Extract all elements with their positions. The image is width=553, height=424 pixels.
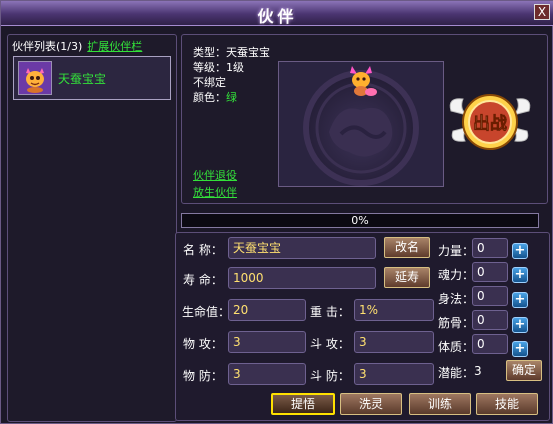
dou-attack-field: 3 [354,331,434,353]
dou-attack-label: 斗 攻： [310,337,350,351]
close-button[interactable]: X [534,4,550,20]
release-partner-link[interactable]: 放生伙伴 [193,184,237,201]
progress-bar: 0% [181,213,539,228]
stat-value-agility: 0 [472,286,508,306]
crit-label: 重 击： [310,305,350,319]
expand-partner-slot-link[interactable]: 扩展伙伴栏 [87,40,142,53]
potential-label: 潜能： [438,366,475,380]
life-label: 寿 命： [183,273,223,287]
stat-label-bone: 筋骨： [438,316,475,330]
stat-label-soul: 魂力： [438,268,475,282]
physical-defense-field: 3 [228,363,306,385]
partner-list-item-name: 天蚕宝宝 [58,72,107,86]
dou-defense-label: 斗 防： [310,369,350,383]
partner-actions: 伙伴退役 放生伙伴 [193,167,237,201]
partner-info: 类型：天蚕宝宝 等级：1级 不绑定 颜色：绿 [193,45,270,105]
partner-type: 类型：天蚕宝宝 [193,46,270,59]
fight-button-label: 出战 [473,113,507,134]
partner-list-header: 伙伴列表(1/3) 扩展伙伴栏 [12,38,142,54]
tab-skills[interactable]: 技能 [476,393,538,415]
extend-life-button[interactable]: 延寿 [384,267,430,288]
partner-color-value: 绿 [226,91,237,104]
rename-button[interactable]: 改名 [384,237,430,258]
silkworm-portrait-icon [19,62,51,94]
progress-text: 0% [351,214,369,227]
tab-wash-spirit[interactable]: 洗灵 [340,393,402,415]
add-bone-button[interactable]: + [512,317,528,333]
title-bar[interactable]: 伙伴 X [1,1,553,26]
tab-training[interactable]: 训练 [409,393,471,415]
partner-bind-status: 不绑定 [193,76,226,89]
physical-defense-label: 物 防： [183,369,223,383]
partner-list-panel: 伙伴列表(1/3) 扩展伙伴栏 天蚕宝宝 [7,34,177,422]
partner-preview [278,61,444,187]
stat-value-bone: 0 [472,310,508,330]
stat-value-constitution: 0 [472,334,508,354]
hp-label: 生命值： [182,305,231,319]
add-soul-button[interactable]: + [512,267,528,283]
stat-label-constitution: 体质： [438,340,475,354]
dou-defense-field: 3 [354,363,434,385]
name-label: 名 称： [183,243,223,257]
stat-label-agility: 身法： [438,292,475,306]
partner-avatar [18,61,52,95]
window-title: 伙伴 [257,7,298,26]
add-strength-button[interactable]: + [512,243,528,259]
physical-attack-label: 物 攻： [183,337,223,351]
fight-button[interactable]: 出战 [445,83,535,159]
crit-field: 1% [354,299,434,321]
partner-color-label: 颜色： [193,91,226,104]
partner-window: 伙伴 X 伙伴列表(1/3) 扩展伙伴栏 天蚕宝宝 类型：天蚕宝宝 等级：1级 … [0,0,553,424]
add-constitution-button[interactable]: + [512,341,528,357]
confirm-button[interactable]: 确定 [506,360,542,381]
name-field: 天蚕宝宝 [228,237,376,259]
physical-attack-field: 3 [228,331,306,353]
stat-value-strength: 0 [472,238,508,258]
partner-color: 颜色：绿 [193,90,270,105]
partner-model-preview [279,62,443,186]
add-agility-button[interactable]: + [512,292,528,308]
potential-value: 3 [474,364,482,378]
partner-level: 等级：1级 [193,61,244,74]
retire-partner-link[interactable]: 伙伴退役 [193,167,237,184]
life-field: 1000 [228,267,376,289]
fight-emblem-icon: 出战 [449,94,531,150]
partner-list-item[interactable]: 天蚕宝宝 [13,56,171,100]
partner-list-count: 伙伴列表(1/3) [12,40,83,53]
hp-field: 20 [228,299,306,321]
stat-value-soul: 0 [472,262,508,282]
tab-enlighten[interactable]: 提悟 [271,393,335,415]
stat-label-strength: 力量： [438,244,475,258]
